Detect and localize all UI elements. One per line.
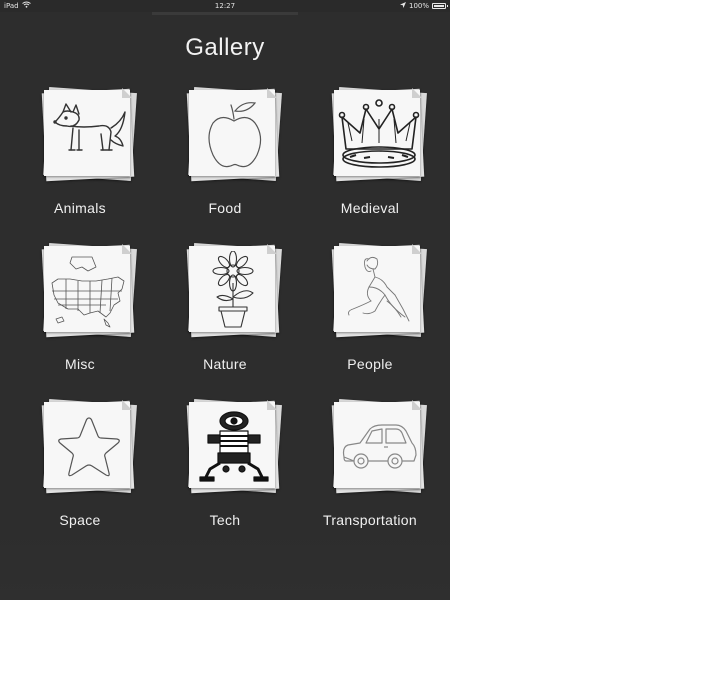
category-label: Food bbox=[208, 200, 242, 216]
bottom-area bbox=[0, 530, 450, 600]
car-drawing-icon bbox=[336, 404, 422, 490]
crown-drawing-icon bbox=[336, 92, 422, 178]
paper-stack bbox=[41, 87, 137, 182]
category-tile-space[interactable]: Space bbox=[10, 396, 150, 536]
category-tile-medieval[interactable]: Medieval bbox=[300, 84, 440, 224]
category-label: Animals bbox=[54, 200, 106, 216]
category-label: Nature bbox=[203, 356, 247, 372]
category-label: Misc bbox=[65, 356, 95, 372]
paper-stack bbox=[186, 399, 282, 494]
gallery-grid: Animals Food Medieval Misc Nature People… bbox=[0, 0, 450, 600]
ipad-screen: iPad 12:27 100% Gallery Animals Food Med… bbox=[0, 0, 450, 600]
paper-stack bbox=[186, 87, 282, 182]
category-tile-tech[interactable]: Tech bbox=[155, 396, 295, 536]
category-tile-misc[interactable]: Misc bbox=[10, 240, 150, 380]
category-label: People bbox=[347, 356, 393, 372]
paper-stack bbox=[41, 243, 137, 338]
woman-drawing-icon bbox=[336, 248, 422, 334]
category-tile-animals[interactable]: Animals bbox=[10, 84, 150, 224]
paper-stack bbox=[41, 399, 137, 494]
paper-stack bbox=[331, 399, 427, 494]
category-tile-food[interactable]: Food bbox=[155, 84, 295, 224]
category-tile-people[interactable]: People bbox=[300, 240, 440, 380]
category-label: Space bbox=[59, 512, 101, 528]
paper-stack bbox=[186, 243, 282, 338]
robot-drawing-icon bbox=[191, 404, 277, 490]
apple-drawing-icon bbox=[191, 92, 277, 178]
paper-stack bbox=[331, 87, 427, 182]
category-label: Medieval bbox=[340, 200, 400, 216]
fox-drawing-icon bbox=[46, 92, 132, 178]
sunflower-drawing-icon bbox=[191, 248, 277, 334]
category-label: Tech bbox=[209, 512, 241, 528]
category-label: Transportation bbox=[323, 512, 417, 528]
paper-stack bbox=[331, 243, 427, 338]
category-tile-transportation[interactable]: Transportation bbox=[300, 396, 440, 536]
usa-map-drawing-icon bbox=[46, 248, 132, 334]
star-drawing-icon bbox=[46, 404, 132, 490]
category-tile-nature[interactable]: Nature bbox=[155, 240, 295, 380]
